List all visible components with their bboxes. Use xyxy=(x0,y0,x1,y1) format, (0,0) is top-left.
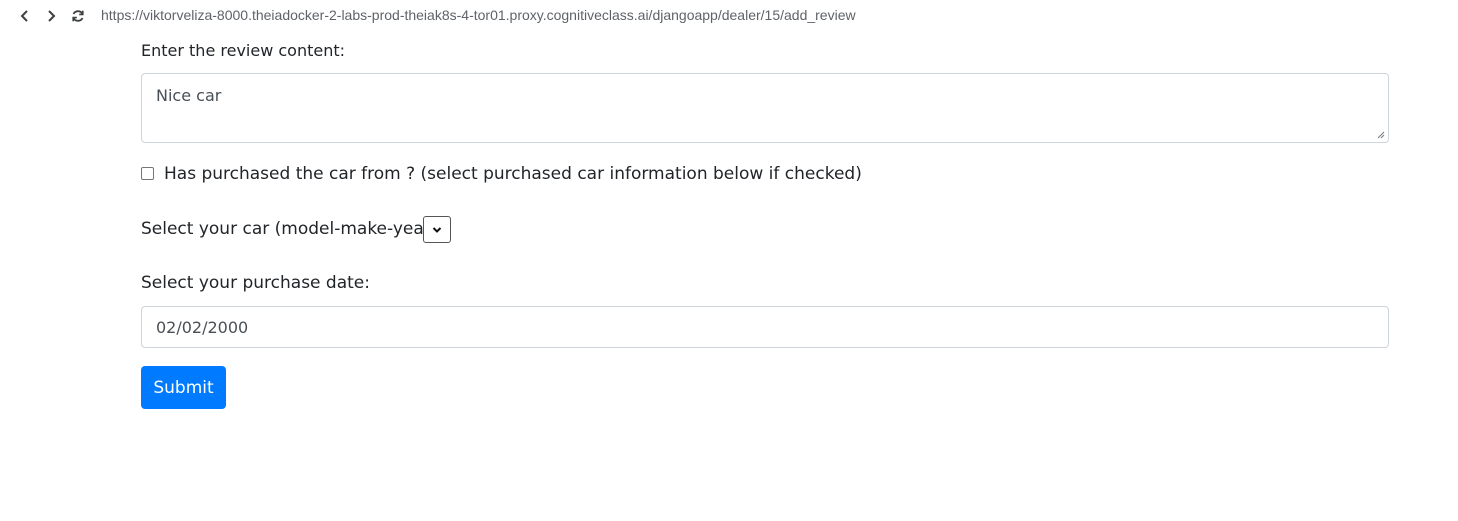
chevron-down-icon xyxy=(432,226,442,233)
address-bar-url[interactable]: https://viktorveliza-8000.theiadocker-2-… xyxy=(101,7,856,23)
submit-button[interactable]: Submit xyxy=(141,366,226,409)
review-content-textarea[interactable]: Nice car xyxy=(141,73,1389,143)
resize-grip-icon[interactable] xyxy=(1377,131,1385,139)
back-icon[interactable] xyxy=(16,7,34,25)
date-label: Select your purchase date: xyxy=(141,273,370,293)
content-label: Enter the review content: xyxy=(141,41,346,60)
purchase-date-value: 02/02/2000 xyxy=(156,317,249,337)
forward-icon[interactable] xyxy=(42,7,60,25)
car-select[interactable] xyxy=(423,216,451,243)
reload-icon[interactable] xyxy=(69,7,87,25)
review-content-value: Nice car xyxy=(156,86,222,105)
purchase-checkbox-label: Has purchased the car from ? (select pur… xyxy=(164,164,862,184)
car-select-label: Select your car (model-make-year): xyxy=(141,219,444,239)
purchase-checkbox[interactable] xyxy=(141,167,154,180)
purchase-date-input[interactable]: 02/02/2000 xyxy=(141,306,1389,348)
browser-toolbar: https://viktorveliza-8000.theiadocker-2-… xyxy=(0,0,1458,32)
